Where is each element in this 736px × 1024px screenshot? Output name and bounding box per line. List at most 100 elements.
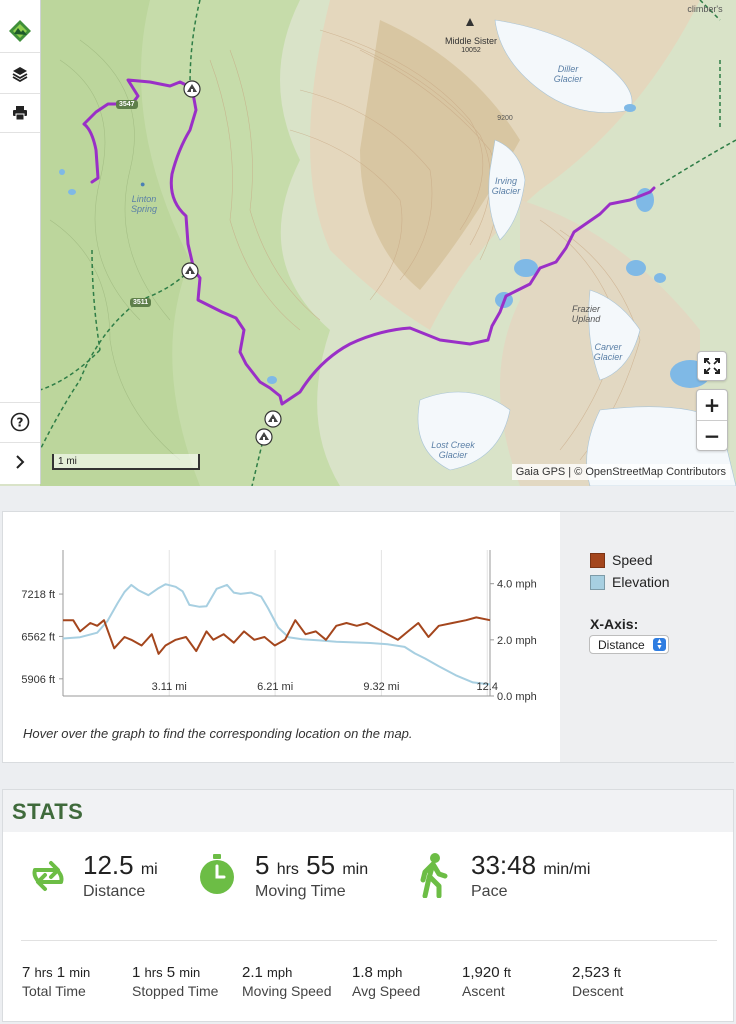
stopped-time-hours: 1 [132, 964, 141, 981]
total-time-hours: 7 [22, 964, 31, 981]
upland-label: Frazier Upland [571, 304, 601, 324]
hours-unit: hrs [276, 861, 299, 878]
distance-unit: mi [140, 861, 158, 878]
graph-hint: Hover over the graph to find the corresp… [23, 726, 413, 741]
zoom-controls: + − [696, 389, 728, 451]
print-icon[interactable] [0, 94, 40, 133]
distance-label: Distance [83, 883, 146, 900]
y-right-tick-label: 0.0 mph [497, 691, 537, 703]
y-left-tick-label: 6562 ft [21, 631, 55, 643]
xaxis-select-value: Distance [598, 637, 645, 652]
minutes-unit: min [342, 861, 369, 878]
stopped-time-label: Stopped Time [132, 983, 219, 999]
moving-speed-value: 2.1 [242, 964, 263, 981]
stopped-time-minutes: 5 [166, 964, 176, 981]
moving-time-hours: 5 [255, 850, 270, 880]
legend-label: Elevation [612, 574, 670, 590]
ascent-label: Ascent [462, 983, 505, 999]
pace-label: Pace [471, 883, 508, 900]
spring-icon: ● [140, 179, 146, 189]
spring-label: Linton Spring [130, 194, 157, 214]
peak-elevation: 10052 [461, 47, 481, 54]
x-tick-label: 3.11 mi [152, 681, 187, 693]
zoom-in-button[interactable]: + [697, 390, 727, 421]
graph-legend-panel: Speed Elevation X-Axis: Distance ▲ ▼ [560, 512, 734, 762]
ascent-value: 1,920 [462, 964, 500, 981]
graph-area[interactable]: 3.11 mi 6.21 mi 9.32 mi 12.4 7218 ft 6562 ft 5… [3, 512, 559, 762]
moving-speed-unit: mph [267, 965, 293, 980]
y-right-tick-label: 2.0 mph [497, 635, 537, 647]
elevation-speed-chart[interactable]: 3.11 mi 6.21 mi 9.32 mi 12.4 7218 ft 6562 ft 5… [3, 512, 559, 722]
map-attribution[interactable]: Gaia GPS | © OpenStreetMap Contributors [511, 464, 730, 480]
hours-unit: hrs [144, 965, 163, 980]
xaxis-title: X-Axis: [590, 616, 639, 632]
total-time-label: Total Time [22, 983, 86, 999]
stat-ascent: 1,920 ft Ascent [462, 964, 511, 999]
legend-label: Speed [612, 552, 653, 568]
stat-moving-time: 5 hrs 55 min Moving Time [255, 850, 368, 901]
y-left-tick-label: 5906 ft [21, 674, 55, 686]
glacier-label: Irving Glacier [491, 176, 521, 196]
stat-descent: 2,523 ft Descent [572, 964, 623, 999]
scale-bar: 1 mi [52, 454, 200, 470]
legend-item-elevation[interactable]: Elevation [590, 574, 670, 590]
glacier-label: Diller Glacier [553, 64, 583, 84]
hours-unit: hrs [34, 965, 53, 980]
moving-speed-label: Moving Speed [242, 983, 332, 999]
fullscreen-button[interactable] [697, 351, 727, 381]
svg-text:?: ? [17, 416, 24, 430]
trailhead-marker-icon[interactable] [255, 428, 273, 446]
glacier-label: Carver Glacier [593, 342, 623, 362]
xaxis-select[interactable]: Distance ▲ ▼ [589, 635, 669, 654]
stat-distance: 12.5 mi Distance [83, 850, 158, 901]
x-tick-label: 12.4 [477, 681, 498, 693]
gaia-logo-icon[interactable] [0, 10, 40, 53]
chevron-right-icon[interactable] [0, 442, 40, 481]
stat-pace: 33:48 min/mi Pace [471, 850, 590, 901]
y-left-tick-label: 7218 ft [21, 589, 55, 601]
pace-value: 33:48 [471, 850, 537, 880]
x-tick-label: 9.32 mi [363, 681, 399, 693]
ascent-unit: ft [503, 965, 511, 980]
zoom-out-button[interactable]: − [697, 421, 727, 451]
legend-swatch [590, 574, 605, 590]
glacier-label: Lost Creek Glacier [431, 440, 475, 460]
stopwatch-icon [200, 854, 234, 894]
trail-label: climber's [687, 4, 723, 14]
moving-time-label: Moving Time [255, 883, 346, 900]
avg-speed-unit: mph [377, 965, 403, 980]
stat-stopped-time: 1 hrs 5 min Stopped Time [132, 964, 218, 999]
trailhead-marker-icon[interactable] [183, 80, 201, 98]
layers-icon[interactable] [0, 55, 40, 94]
distance-arrows-icon [32, 861, 64, 891]
map-view[interactable]: Middle Sister 10052 Diller Glacier Irvin… [0, 0, 736, 486]
stats-divider [21, 940, 717, 941]
peak-label: Middle Sister [444, 36, 498, 46]
hiker-icon [420, 853, 448, 898]
minutes-unit: min [179, 965, 201, 980]
map-toolbar: ? [0, 0, 41, 484]
pace-unit: min/mi [543, 861, 591, 878]
trailhead-marker-icon[interactable] [264, 410, 282, 428]
avg-speed-label: Avg Speed [352, 983, 421, 999]
stat-moving-speed: 2.1 mph Moving Speed [242, 964, 332, 999]
minutes-unit: min [69, 965, 91, 980]
road-shield: 3511 [130, 298, 152, 307]
legend-item-speed[interactable]: Speed [590, 552, 652, 568]
fullscreen-icon [704, 358, 720, 374]
descent-label: Descent [572, 983, 624, 999]
x-tick-label: 6.21 mi [257, 681, 293, 693]
moving-time-minutes: 55 [306, 850, 336, 880]
stats-header: STATS [3, 790, 733, 832]
topo-map[interactable] [0, 0, 736, 486]
y-right-tick-label: 4.0 mph [497, 579, 537, 591]
trailhead-marker-icon[interactable] [181, 262, 199, 280]
select-updown-icon: ▲ ▼ [653, 638, 666, 651]
stat-total-time: 7 hrs 1 min Total Time [22, 964, 90, 999]
help-icon[interactable]: ? [0, 402, 40, 441]
stat-avg-speed: 1.8 mph Avg Speed [352, 964, 420, 999]
legend-swatch [590, 552, 605, 568]
contour-label: 9200 [497, 115, 513, 122]
descent-value: 2,523 [572, 964, 610, 981]
stats-title: STATS [12, 799, 84, 824]
